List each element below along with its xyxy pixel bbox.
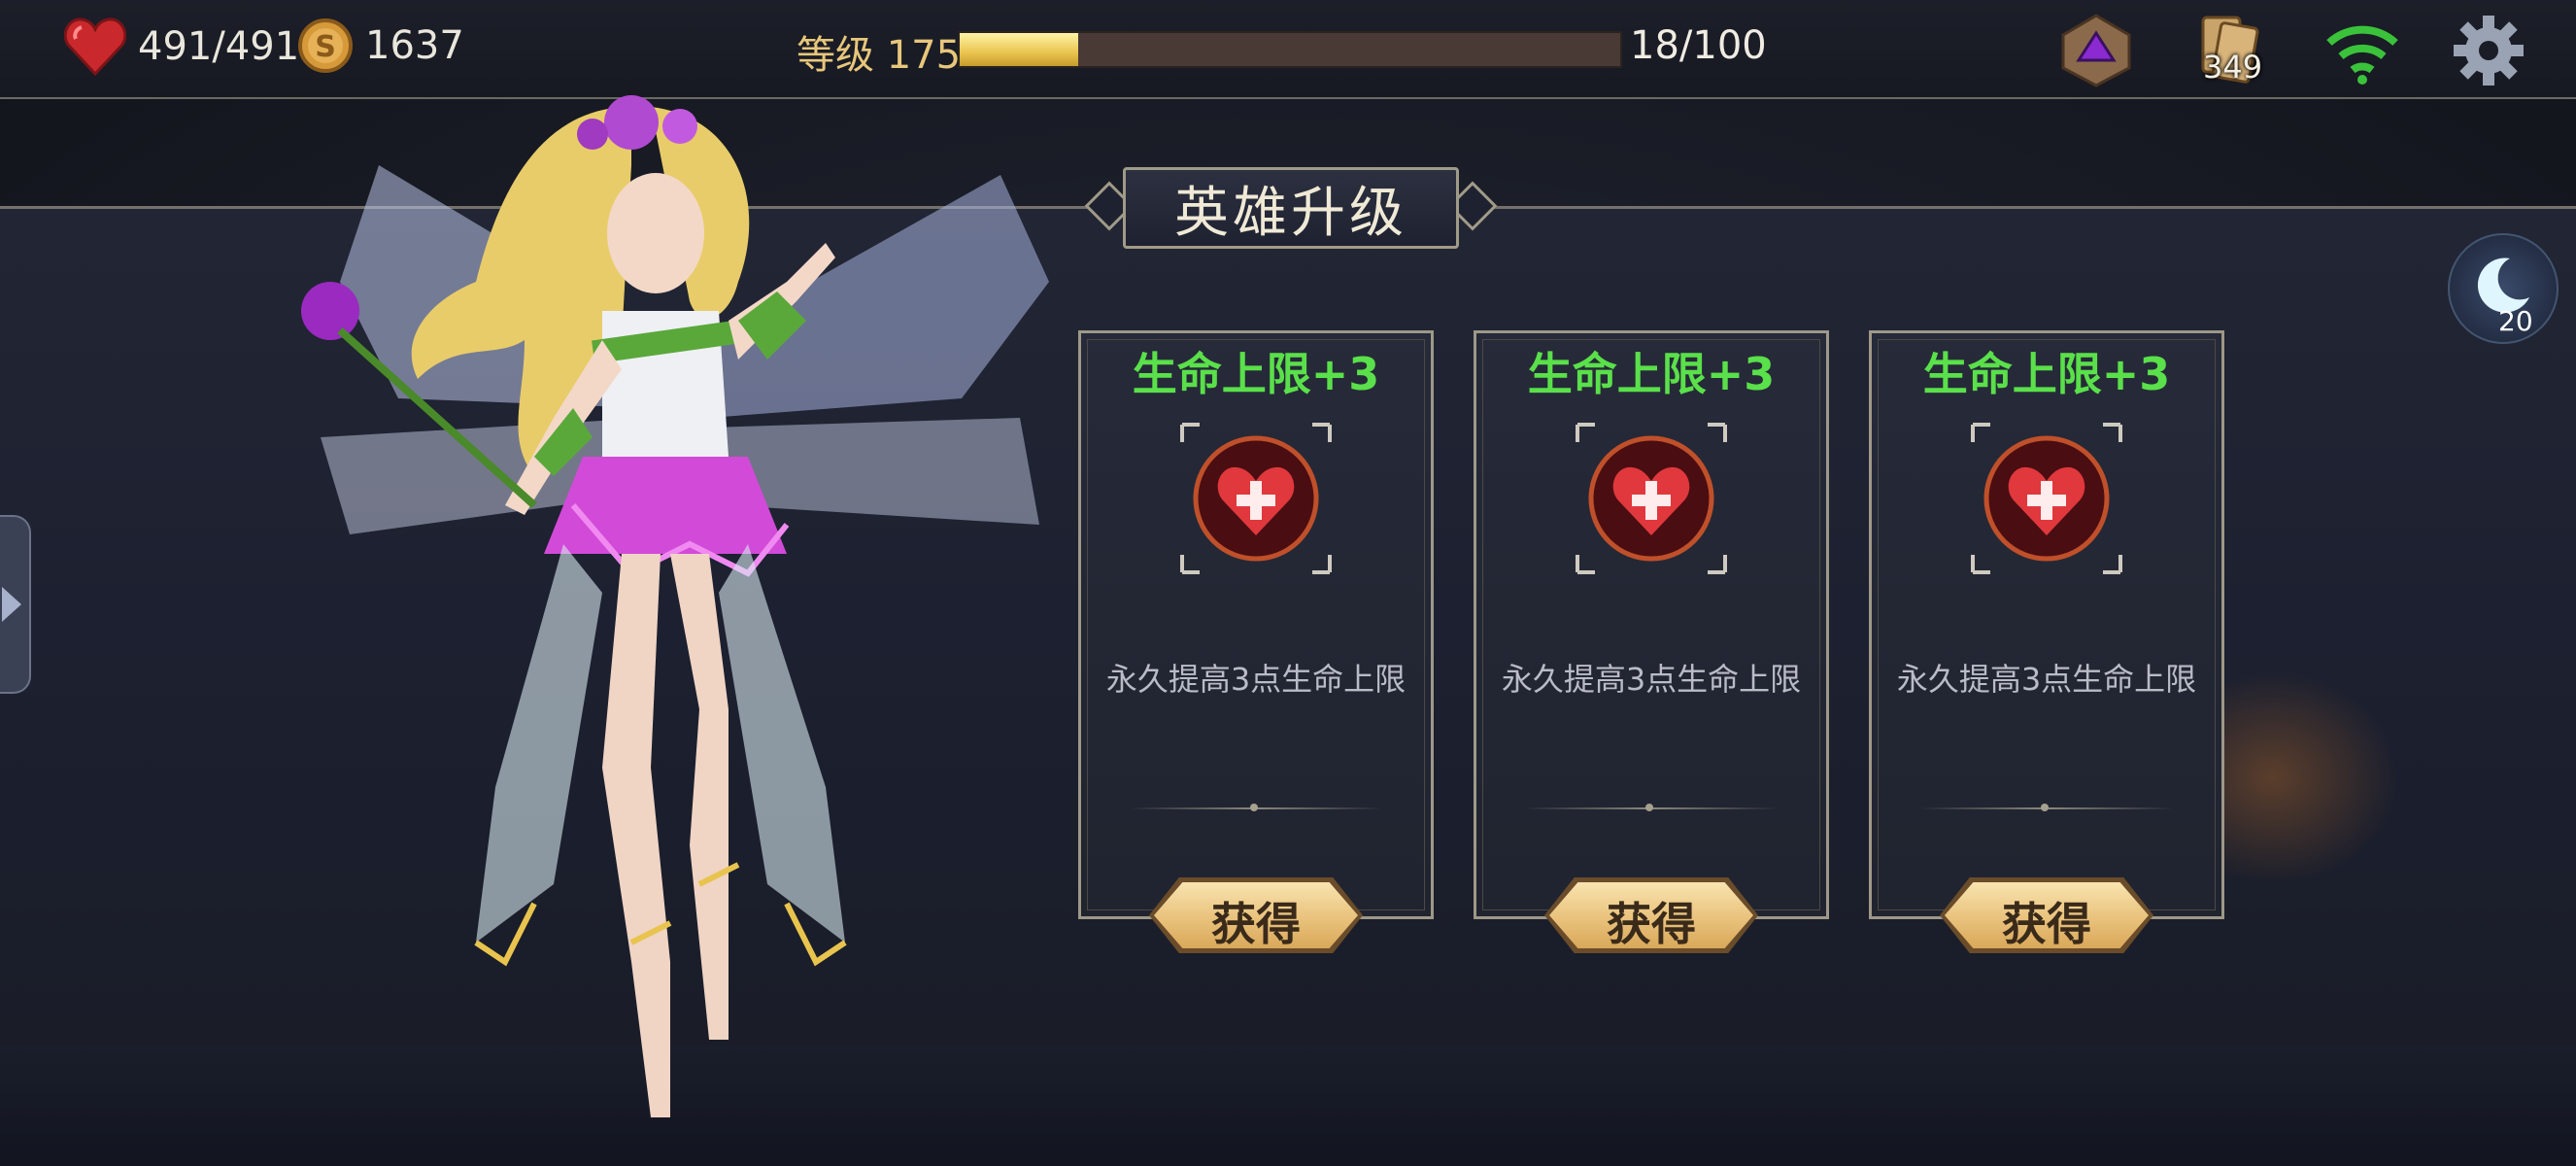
- card-divider-dot: [1250, 804, 1258, 811]
- upgrade-card-1[interactable]: 生命上限+3 永久提高3点生命上限 获得: [1078, 330, 1434, 953]
- xp-bar-fill: [960, 33, 1079, 66]
- moon-count: 20: [2498, 305, 2533, 337]
- card-divider-dot: [2041, 804, 2049, 811]
- top-bar: 491/491 S 1637 等级 175 18/100 349: [0, 0, 2576, 99]
- upgrade-card-title: 生命上限+3: [1527, 348, 1776, 400]
- obtain-button-label: 获得: [1211, 898, 1301, 950]
- upgrade-card-title: 生命上限+3: [1132, 348, 1380, 400]
- xp-bar: [958, 31, 1622, 68]
- obtain-button[interactable]: 获得: [1940, 877, 2153, 953]
- side-expand-tab[interactable]: [0, 515, 31, 694]
- hp-value: 491/491: [138, 24, 300, 69]
- xp-text: 18/100: [1630, 23, 1767, 68]
- panel-title: 英雄升级: [1123, 167, 1459, 249]
- coin-icon: S: [297, 17, 354, 74]
- heart-plus-icon: [1971, 423, 2122, 574]
- upgrade-card-3[interactable]: 生命上限+3 永久提高3点生命上限 获得: [1869, 330, 2224, 953]
- panel-title-text: 英雄升级: [1174, 181, 1407, 245]
- upgrade-card-2[interactable]: 生命上限+3 永久提高3点生命上限 获得: [1474, 330, 1829, 953]
- obtain-button[interactable]: 获得: [1149, 877, 1363, 953]
- gold-value: 1637: [365, 23, 464, 68]
- svg-text:S: S: [315, 30, 336, 64]
- upgrade-card-description: 永久提高3点生命上限: [1896, 661, 2197, 698]
- obtain-button[interactable]: 获得: [1544, 877, 1758, 953]
- obtain-button-label: 获得: [2002, 898, 2091, 950]
- hero-fairy-figure: [301, 95, 1049, 1117]
- hp-display: 491/491: [64, 17, 299, 76]
- chevron-right-icon: [2, 587, 21, 622]
- level-label: 等级 175: [797, 33, 962, 78]
- gold-display: S 1637: [297, 17, 464, 74]
- upgrade-card-description: 永久提高3点生命上限: [1501, 661, 1802, 698]
- gear-icon[interactable]: [2450, 12, 2527, 89]
- heart-icon: [64, 17, 126, 76]
- card-divider-dot: [1645, 804, 1653, 811]
- obtain-button-label: 获得: [1607, 898, 1696, 950]
- wifi-icon: [2323, 12, 2401, 89]
- upgrade-card-description: 永久提高3点生命上限: [1105, 661, 1407, 698]
- heart-plus-icon: [1180, 423, 1332, 574]
- cards-count: 349: [2203, 49, 2263, 86]
- dice-icon[interactable]: [2057, 12, 2135, 89]
- heart-plus-icon: [1576, 423, 1727, 574]
- upgrade-card-title: 生命上限+3: [1922, 348, 2171, 400]
